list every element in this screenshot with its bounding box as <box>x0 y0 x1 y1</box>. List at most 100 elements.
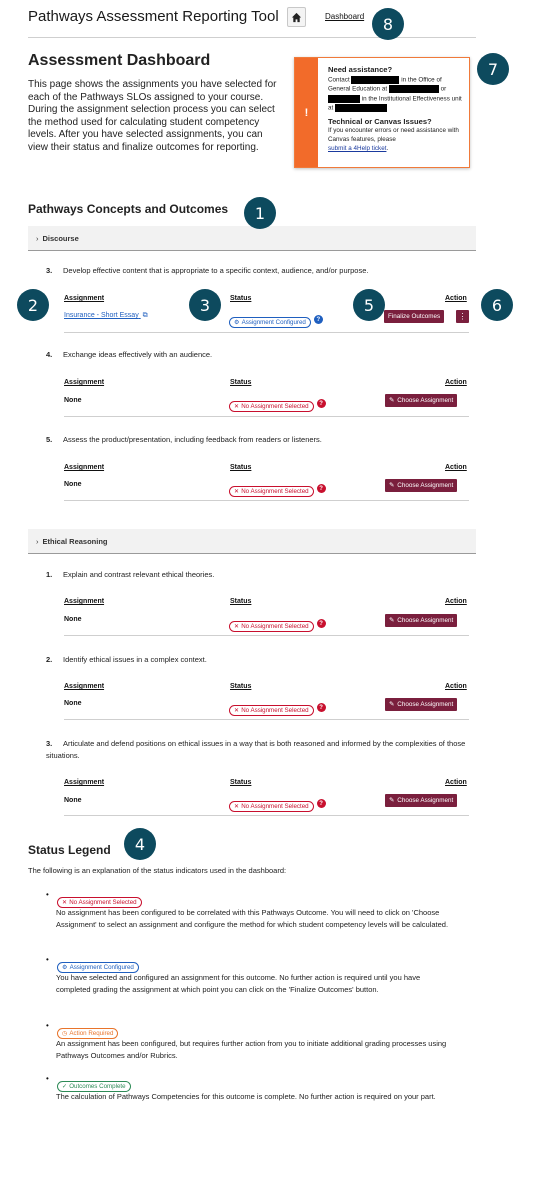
section-title: Pathways Concepts and Outcomes <box>28 202 229 216</box>
header-divider <box>28 37 476 38</box>
gear-icon: ⚙ <box>62 964 68 971</box>
annotation-marker-2: 2 <box>17 289 49 321</box>
accordion-ethical-reasoning[interactable]: › Ethical Reasoning <box>28 529 476 554</box>
row-divider <box>64 500 469 501</box>
assignment-link[interactable]: Insurance - Short Essay ⧉ <box>64 312 148 320</box>
finalize-outcomes-button[interactable]: Finalize Outcomes <box>384 310 445 323</box>
outcome-item: 1. Explain and contrast relevant ethical … <box>46 569 466 581</box>
help-icon[interactable]: ? <box>316 484 326 494</box>
col-header-action: Action <box>445 464 467 471</box>
help-ticket-link[interactable]: submit a 4Help ticket <box>328 145 386 152</box>
status-badge: ✕ No Assignment Selected <box>229 705 314 716</box>
status-badge: ⚙ Assignment Configured <box>229 317 311 328</box>
accordion-label: Ethical Reasoning <box>42 536 108 546</box>
annotation-marker-1: 1 <box>244 197 276 229</box>
choose-assignment-button[interactable]: ✎ Choose Assignment <box>385 479 458 492</box>
row-divider <box>64 416 469 417</box>
legend-description: No assignment has been configured to be … <box>56 908 449 930</box>
redacted-name <box>351 75 400 84</box>
outcome-text: Assess the product/presentation, includi… <box>63 435 322 444</box>
badge-text: Action Required <box>69 1030 114 1037</box>
outcome-item: 5. Assess the product/presentation, inclu… <box>46 434 466 446</box>
choose-assignment-button[interactable]: ✎ Choose Assignment <box>385 394 458 407</box>
row-divider <box>64 719 469 720</box>
col-header-action: Action <box>445 379 467 386</box>
assignment-value: None <box>64 797 82 804</box>
chevron-right-icon: › <box>36 233 39 243</box>
x-icon: ✕ <box>234 488 240 495</box>
assignment-value: None <box>64 700 82 707</box>
annotation-marker-3: 3 <box>189 289 221 321</box>
col-header-assignment: Assignment <box>64 464 105 471</box>
assignment-value: None <box>64 616 82 623</box>
outcome-text: Exchange ideas effectively with an audie… <box>63 350 213 359</box>
row-divider <box>64 815 469 816</box>
alert-icon: ! <box>295 58 318 167</box>
gear-icon: ⚙ <box>234 319 240 326</box>
bullet: • <box>46 890 49 899</box>
annotation-marker-8: 8 <box>372 8 404 40</box>
button-label: Choose Assignment <box>397 397 454 404</box>
page-intro: This page shows the assignments you have… <box>28 79 277 153</box>
home-icon <box>291 12 302 22</box>
bullet: • <box>46 1074 49 1083</box>
breadcrumb-dashboard[interactable]: Dashboard <box>325 12 364 21</box>
redacted-email <box>335 104 388 113</box>
edit-icon: ✎ <box>389 617 395 624</box>
help-icon[interactable]: ? <box>316 703 326 713</box>
help-contact-text: Contact <box>328 76 350 84</box>
bullet: • <box>46 955 49 964</box>
page-title: Assessment Dashboard <box>28 52 211 69</box>
check-icon: ✓ <box>62 1083 68 1090</box>
outcome-number: 5. <box>46 435 53 444</box>
external-link-icon: ⧉ <box>142 312 148 319</box>
status-text: No Assignment Selected <box>241 623 309 630</box>
annotation-marker-7: 7 <box>477 53 509 85</box>
more-options-icon[interactable]: ⋮ <box>456 310 469 323</box>
assignment-value: None <box>64 397 82 404</box>
edit-icon: ✎ <box>389 397 395 404</box>
help-icon[interactable]: ? <box>316 399 326 409</box>
outcome-item: 4. Exchange ideas effectively with an aud… <box>46 349 466 361</box>
help-icon[interactable]: ? <box>313 315 323 325</box>
x-icon: ✕ <box>234 403 240 410</box>
outcome-number: 3. <box>46 739 53 748</box>
choose-assignment-button[interactable]: ✎ Choose Assignment <box>385 698 458 711</box>
status-badge: ✕ No Assignment Selected <box>229 486 314 497</box>
badge-text: No Assignment Selected <box>69 899 137 906</box>
annotation-marker-5: 5 <box>353 289 385 321</box>
outcome-text: Articulate and defend positions on ethic… <box>46 739 466 760</box>
tech-end: . <box>386 145 389 153</box>
home-button[interactable] <box>287 7 306 27</box>
button-label: Choose Assignment <box>397 617 454 624</box>
col-header-action: Action <box>445 295 467 302</box>
help-icon[interactable]: ? <box>316 619 326 629</box>
badge-text: Outcomes Complete <box>69 1083 126 1090</box>
outcome-number: 4. <box>46 350 53 359</box>
tech-text: If you encounter errors or need assistan… <box>328 127 459 144</box>
status-cell: ⚙ Assignment Configured? <box>229 311 323 329</box>
col-header-assignment: Assignment <box>64 598 105 605</box>
status-cell: ✕ No Assignment Selected? <box>229 699 326 717</box>
accordion-label: Discourse <box>42 233 79 243</box>
legend-title: Status Legend <box>28 843 111 857</box>
status-badge: ✕ No Assignment Selected <box>229 401 314 412</box>
choose-assignment-button[interactable]: ✎ Choose Assignment <box>385 794 458 807</box>
col-header-status: Status <box>230 295 252 302</box>
col-header-action: Action <box>445 683 467 690</box>
legend-description: An assignment has been configured, but r… <box>56 1039 447 1061</box>
button-label: Choose Assignment <box>397 797 454 804</box>
chevron-right-icon: › <box>36 536 39 546</box>
x-icon: ✕ <box>234 707 240 714</box>
edit-icon: ✎ <box>389 797 395 804</box>
assignment-name: Insurance - Short Essay <box>64 312 139 319</box>
outcome-number: 1. <box>46 570 53 579</box>
status-cell: ✕ No Assignment Selected? <box>229 395 326 413</box>
col-header-assignment: Assignment <box>64 295 105 302</box>
help-icon[interactable]: ? <box>316 799 326 809</box>
accordion-discourse[interactable]: › Discourse <box>28 226 476 251</box>
help-body: Need assistance? Contact in the Office o… <box>328 65 464 154</box>
choose-assignment-button[interactable]: ✎ Choose Assignment <box>385 614 458 627</box>
col-header-action: Action <box>445 598 467 605</box>
x-icon: ✕ <box>234 623 240 630</box>
